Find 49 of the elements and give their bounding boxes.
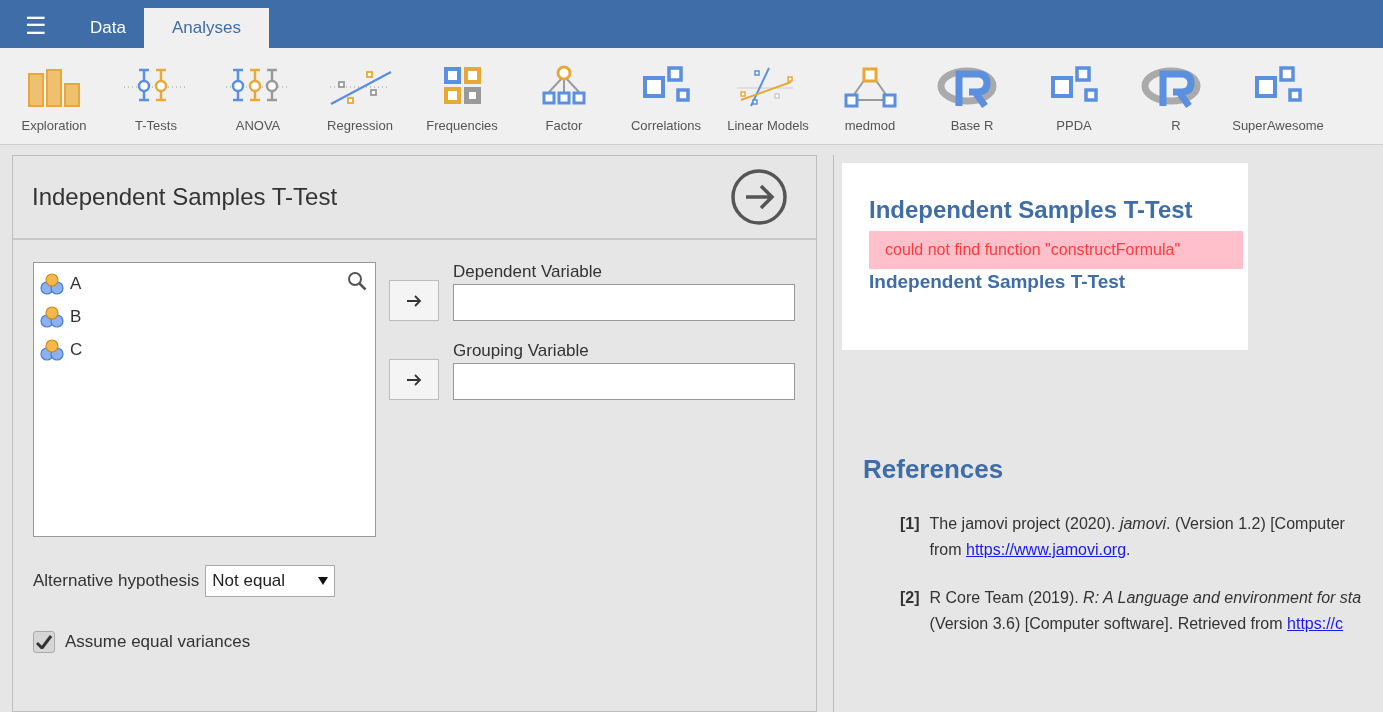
reference-number: [2] bbox=[900, 588, 920, 608]
hypothesis-dropdown[interactable]: Not equal bbox=[205, 565, 336, 597]
checkbox-label: Assume equal variances bbox=[65, 631, 251, 653]
references-heading: References bbox=[863, 453, 1005, 486]
toolbar-button[interactable]: R bbox=[1125, 62, 1227, 136]
field-label: Grouping Variable bbox=[453, 341, 590, 361]
variable-icon bbox=[40, 338, 64, 361]
toolbar-button[interactable]: T-Tests bbox=[105, 62, 207, 136]
toolbar-button[interactable]: medmod bbox=[819, 62, 921, 136]
variable-name[interactable]: C bbox=[70, 336, 83, 363]
reference-text: from https://www.jamovi.org. bbox=[929, 540, 1132, 560]
checkbox[interactable] bbox=[33, 630, 55, 653]
toolbar-button[interactable]: Linear Models bbox=[717, 62, 819, 136]
toolbar-button[interactable]: Base R bbox=[921, 62, 1023, 136]
toolbar-button[interactable]: SuperAwesome bbox=[1227, 62, 1329, 136]
toolbar-button[interactable]: Factor bbox=[513, 62, 615, 136]
field-label: Dependent Variable bbox=[453, 262, 603, 282]
field-label: Alternative hypothesis bbox=[33, 570, 200, 593]
input-field[interactable] bbox=[453, 284, 795, 321]
toolbar-button[interactable]: Regression bbox=[309, 62, 411, 136]
tab[interactable]: Analyses bbox=[143, 8, 269, 48]
search-icon[interactable] bbox=[347, 271, 367, 291]
input-field[interactable] bbox=[453, 363, 795, 400]
dropdown-caret-icon bbox=[318, 577, 329, 585]
reference-text: R Core Team (2019). R: A Language and environment for sta bbox=[929, 588, 1362, 608]
menu-button[interactable]: ☰ bbox=[0, 6, 72, 46]
reference-link[interactable]: https://www.jamovi.org bbox=[966, 541, 1127, 558]
variable-icon bbox=[40, 305, 64, 328]
tab[interactable]: Data bbox=[72, 8, 144, 48]
variable-name[interactable]: A bbox=[70, 270, 82, 297]
result-subtitle: Independent Samples T-Test bbox=[869, 271, 1127, 293]
toolbar-button[interactable]: Frequencies bbox=[411, 62, 513, 136]
arrow-icon bbox=[406, 294, 422, 307]
panel-title: Independent Samples T-Test bbox=[32, 182, 338, 212]
move-arrow-button[interactable] bbox=[389, 359, 439, 400]
toolbar-button[interactable]: ANOVA bbox=[207, 62, 309, 136]
toolbar-button[interactable]: Correlations bbox=[615, 62, 717, 136]
variable-icon bbox=[40, 272, 64, 295]
toolbar-button[interactable]: PPDA bbox=[1023, 62, 1125, 136]
result-title: Independent Samples T-Test bbox=[869, 195, 1194, 225]
toolbar-button[interactable]: Exploration bbox=[3, 62, 105, 136]
reference-link[interactable]: https://c bbox=[1287, 615, 1344, 632]
reference-text: The jamovi project (2020). jamovi. (Version 1.2) [Computer bbox=[929, 514, 1345, 534]
variable-name[interactable]: B bbox=[70, 303, 82, 330]
reference-number: [1] bbox=[900, 514, 920, 534]
reference-text: (Version 3.6) [Computer software]. Retrieved from https://c bbox=[929, 614, 1345, 634]
move-arrow-button[interactable] bbox=[389, 280, 439, 321]
arrow-icon bbox=[406, 373, 422, 386]
error-message: could not find function "constructFormula" bbox=[869, 231, 1243, 269]
